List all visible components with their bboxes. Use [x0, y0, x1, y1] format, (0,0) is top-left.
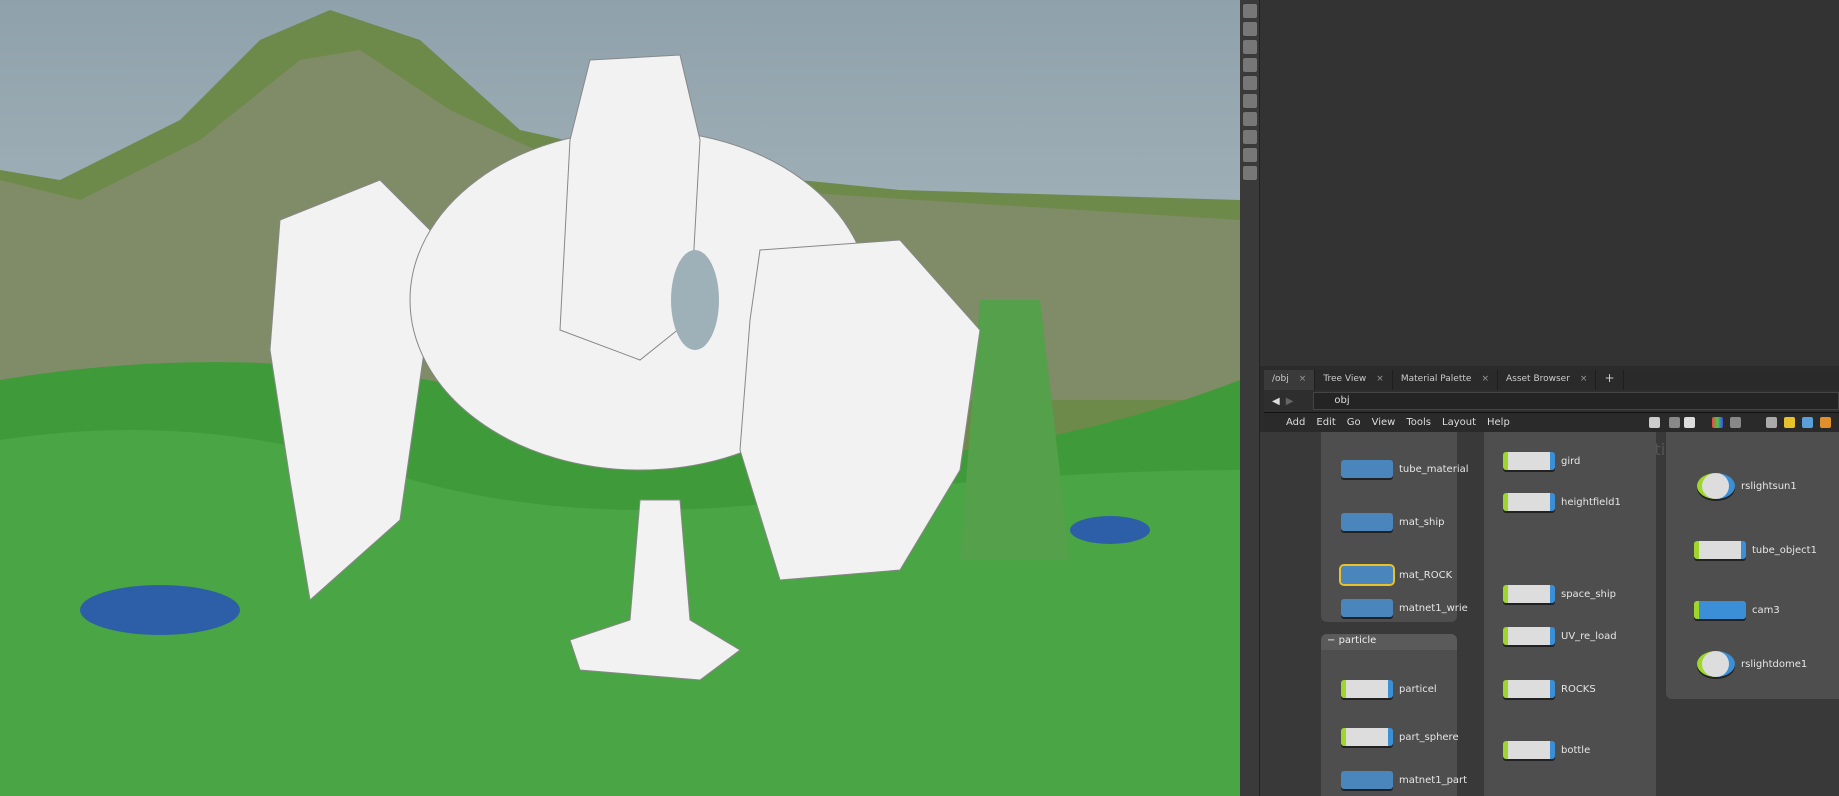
node-tube-material[interactable]: tube_material: [1341, 459, 1469, 479]
tab-material-palette[interactable]: Material Palette ×: [1393, 370, 1498, 390]
tools-icon[interactable]: [1649, 417, 1660, 428]
pane-tabs: /obj × Tree View × Material Palette × Asset…: [1264, 370, 1839, 390]
light-node-icon: [1697, 473, 1735, 499]
tool-icon[interactable]: [1243, 4, 1257, 18]
geometry-node-icon: [1341, 728, 1393, 746]
node-mat-rock[interactable]: mat_ROCK: [1339, 564, 1452, 586]
material-node-icon: [1341, 599, 1393, 617]
geometry-node-icon: [1503, 585, 1555, 603]
color-grid-icon[interactable]: [1712, 417, 1723, 428]
camera-icon[interactable]: [1243, 40, 1257, 54]
lock-icon[interactable]: [1243, 22, 1257, 36]
parameter-pane: [1260, 0, 1839, 366]
3d-viewport[interactable]: [0, 0, 1240, 796]
light-icon[interactable]: [1243, 58, 1257, 72]
menu-layout[interactable]: Layout: [1442, 417, 1476, 428]
geometry-node-icon: [1503, 452, 1555, 470]
collapse-icon[interactable]: −: [1327, 635, 1335, 646]
material-node-icon: [1341, 771, 1393, 789]
geometry-node-icon: [1503, 493, 1555, 511]
add-tab-button[interactable]: +: [1596, 370, 1624, 390]
layout-grid-icon[interactable]: [1730, 417, 1741, 428]
network-box-icon[interactable]: [1766, 417, 1777, 428]
node-rslightsun1[interactable]: rslightsun1: [1697, 473, 1797, 499]
tab-obj[interactable]: /obj ×: [1264, 370, 1316, 390]
forward-icon[interactable]: ▶: [1286, 396, 1294, 407]
node-rocks[interactable]: ROCKS: [1503, 679, 1596, 699]
menu-bar: Add Edit Go View Tools Layout Help: [1264, 412, 1839, 432]
menu-add[interactable]: Add: [1286, 417, 1305, 428]
points-icon[interactable]: [1243, 130, 1257, 144]
grid-icon[interactable]: [1243, 112, 1257, 126]
tab-tree-view[interactable]: Tree View ×: [1315, 370, 1393, 390]
light-node-icon: [1697, 651, 1735, 677]
node-bottle[interactable]: bottle: [1503, 740, 1590, 760]
node-space-ship[interactable]: space_ship: [1503, 584, 1616, 604]
image-icon[interactable]: [1802, 417, 1813, 428]
geometry-node-icon: [1341, 680, 1393, 698]
path-bar: ◀ ▶ obj: [1264, 390, 1839, 412]
geometry-node-icon: [1694, 541, 1746, 559]
menu-edit[interactable]: Edit: [1316, 417, 1335, 428]
subnet-icon[interactable]: [1820, 417, 1831, 428]
node-tube-object1[interactable]: tube_object1: [1694, 540, 1817, 560]
close-icon[interactable]: ×: [1376, 374, 1384, 386]
close-icon[interactable]: ×: [1481, 374, 1489, 386]
network-editor[interactable]: Education Edition − particle tube_materi…: [1260, 432, 1839, 796]
node-cam3[interactable]: cam3: [1694, 600, 1780, 620]
display-icon[interactable]: [1243, 76, 1257, 90]
geometry-node-icon: [1503, 680, 1555, 698]
path-field[interactable]: obj: [1313, 392, 1839, 410]
node-mat-ship[interactable]: mat_ship: [1341, 512, 1444, 532]
back-icon[interactable]: ◀: [1272, 396, 1280, 407]
node-gird[interactable]: gird: [1503, 451, 1580, 471]
node-uv-re-load[interactable]: UV_re_load: [1503, 626, 1617, 646]
node-heightfield1[interactable]: heightfield1: [1503, 492, 1621, 512]
node-rslightdome1[interactable]: rslightdome1: [1697, 651, 1807, 677]
node-particel[interactable]: particel: [1341, 679, 1437, 699]
node-matnet1-part[interactable]: matnet1_part: [1341, 770, 1467, 790]
node-part-sphere[interactable]: part_sphere: [1341, 727, 1459, 747]
geometry-node-icon: [1503, 741, 1555, 759]
material-node-icon: [1339, 564, 1395, 586]
camera-node-icon: [1694, 601, 1746, 619]
snap-icon[interactable]: [1243, 94, 1257, 108]
normals-icon[interactable]: [1243, 148, 1257, 162]
tree-icon[interactable]: [1669, 417, 1680, 428]
material-node-icon: [1341, 513, 1393, 531]
sticky-note-icon[interactable]: [1784, 417, 1795, 428]
list-icon[interactable]: [1684, 417, 1695, 428]
node-matnet1-wrie[interactable]: matnet1_wrie: [1341, 598, 1468, 618]
menu-view[interactable]: View: [1372, 417, 1396, 428]
geometry-node-icon: [1503, 627, 1555, 645]
material-node-icon: [1341, 460, 1393, 478]
menu-help[interactable]: Help: [1487, 417, 1510, 428]
menu-tools[interactable]: Tools: [1406, 417, 1431, 428]
menu-go[interactable]: Go: [1347, 417, 1361, 428]
close-icon[interactable]: ×: [1299, 374, 1307, 386]
scene-render: [0, 10, 1240, 796]
wireframe-icon[interactable]: [1243, 166, 1257, 180]
close-icon[interactable]: ×: [1580, 374, 1588, 386]
tab-asset-browser[interactable]: Asset Browser ×: [1498, 370, 1597, 390]
viewport-toolbar: [1240, 0, 1260, 796]
